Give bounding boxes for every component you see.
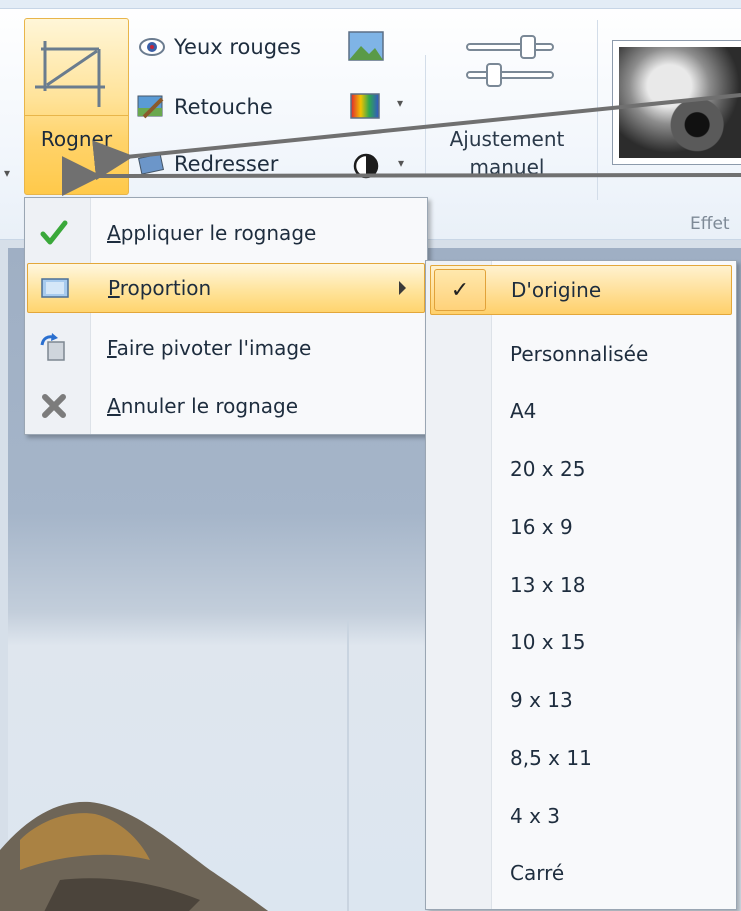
red-eye-label: Yeux rouges (174, 35, 301, 59)
straighten-button[interactable]: Redresser (136, 150, 278, 178)
checkmark-icon: ✓ (434, 269, 486, 311)
red-eye-button[interactable]: Yeux rouges (136, 33, 301, 61)
proportion-item-label: 10 x 15 (510, 630, 586, 654)
proportion-item-a4[interactable]: A4 (430, 386, 732, 436)
proportion-item-label: 20 x 25 (510, 457, 586, 481)
proportion-item-label: Carré (510, 861, 565, 885)
menu-item-apply-crop[interactable]: Appliquer le rognage (27, 208, 425, 258)
color-dropdown-caret-icon[interactable]: ▾ (397, 96, 403, 110)
ribbon-separator (425, 55, 426, 175)
proportion-frame-icon (38, 273, 72, 303)
eye-icon (139, 38, 165, 56)
rotate-frame-icon (37, 333, 71, 363)
retouch-brush-icon (137, 95, 164, 119)
effects-group-label: Effet (690, 214, 730, 234)
submenu-arrow-icon (399, 281, 406, 295)
straighten-label: Redresser (174, 152, 279, 176)
black-white-effect-thumbnail[interactable] (612, 40, 741, 165)
color-spectrum-icon (350, 93, 380, 119)
landscape-photo-icon (348, 31, 384, 61)
menu-item-cancel-crop[interactable]: Annuler le rognage (27, 381, 425, 431)
exposure-dropdown-caret-icon[interactable]: ▾ (398, 156, 404, 170)
contrast-icon (353, 153, 379, 179)
proportion-item-13x18[interactable]: 13 x 18 (430, 560, 732, 610)
crop-button[interactable]: Rogner ▾ (24, 18, 129, 195)
proportion-item-label: 13 x 18 (510, 573, 586, 597)
straighten-icon (137, 153, 165, 175)
proportion-item-10x15[interactable]: 10 x 15 (430, 617, 732, 667)
manual-adjust-label-line1: Ajustement (449, 127, 565, 151)
manual-adjust-label-line2: manuel (469, 155, 545, 179)
proportion-item-original[interactable]: ✓ D'origine (430, 265, 732, 315)
crop-button-split-line (25, 115, 128, 116)
proportion-item-9x13[interactable]: 9 x 13 (430, 675, 732, 725)
proportion-item-4x3[interactable]: 4 x 3 (430, 791, 732, 841)
proportion-item-label: D'origine (511, 278, 602, 302)
menu-item-label: Appliquer le rognage (107, 221, 317, 245)
proportion-item-label: A4 (510, 399, 537, 423)
proportion-item-label: 9 x 13 (510, 688, 573, 712)
flower-thumbnail-image (619, 47, 741, 158)
sliders-icon (465, 30, 555, 90)
green-check-icon (37, 218, 71, 248)
crop-dropdown-menu: Appliquer le rognage Proportion Faire pi… (24, 197, 428, 435)
menu-item-label: Proportion (108, 276, 212, 300)
menu-item-label: Faire pivoter l'image (107, 336, 312, 360)
exposure-button[interactable]: ▾ (350, 150, 412, 182)
proportion-item-20x25[interactable]: 20 x 25 (430, 444, 732, 494)
proportion-item-label: 4 x 3 (510, 804, 560, 828)
proportion-item-label: 16 x 9 (510, 515, 573, 539)
retouch-button[interactable]: Retouche (136, 93, 273, 121)
manual-adjust-button[interactable]: Ajustement manuel (432, 125, 582, 181)
crop-dropdown-caret-icon[interactable]: ▾ (70, 162, 76, 176)
ribbon-separator (597, 20, 598, 200)
proportion-item-custom[interactable]: Personnalisée (430, 329, 732, 379)
prev-group-caret-icon[interactable]: ▾ (4, 166, 10, 180)
proportion-item-16x9[interactable]: 16 x 9 (430, 502, 732, 552)
proportion-submenu: ✓ D'origine Personnalisée A4 20 x 25 16 … (425, 260, 737, 910)
proportion-item-label: 8,5 x 11 (510, 746, 592, 770)
proportion-item-square[interactable]: Carré (430, 848, 732, 898)
photo-divider-line (347, 620, 349, 911)
color-button[interactable]: ▾ (347, 90, 409, 122)
menu-item-rotate[interactable]: Faire pivoter l'image (27, 323, 425, 373)
rock-image (0, 801, 268, 911)
auto-adjust-button[interactable] (347, 30, 387, 62)
menu-item-label: Annuler le rognage (107, 394, 299, 418)
proportion-item-label: Personnalisée (510, 342, 649, 366)
retouch-label: Retouche (174, 95, 273, 119)
proportion-item-8-5x11[interactable]: 8,5 x 11 (430, 733, 732, 783)
menu-item-proportion[interactable]: Proportion (27, 263, 425, 313)
ribbon-top-border (0, 0, 741, 9)
crop-icon (25, 19, 128, 115)
crop-label: Rogner (40, 127, 113, 151)
gray-x-icon (37, 391, 71, 421)
